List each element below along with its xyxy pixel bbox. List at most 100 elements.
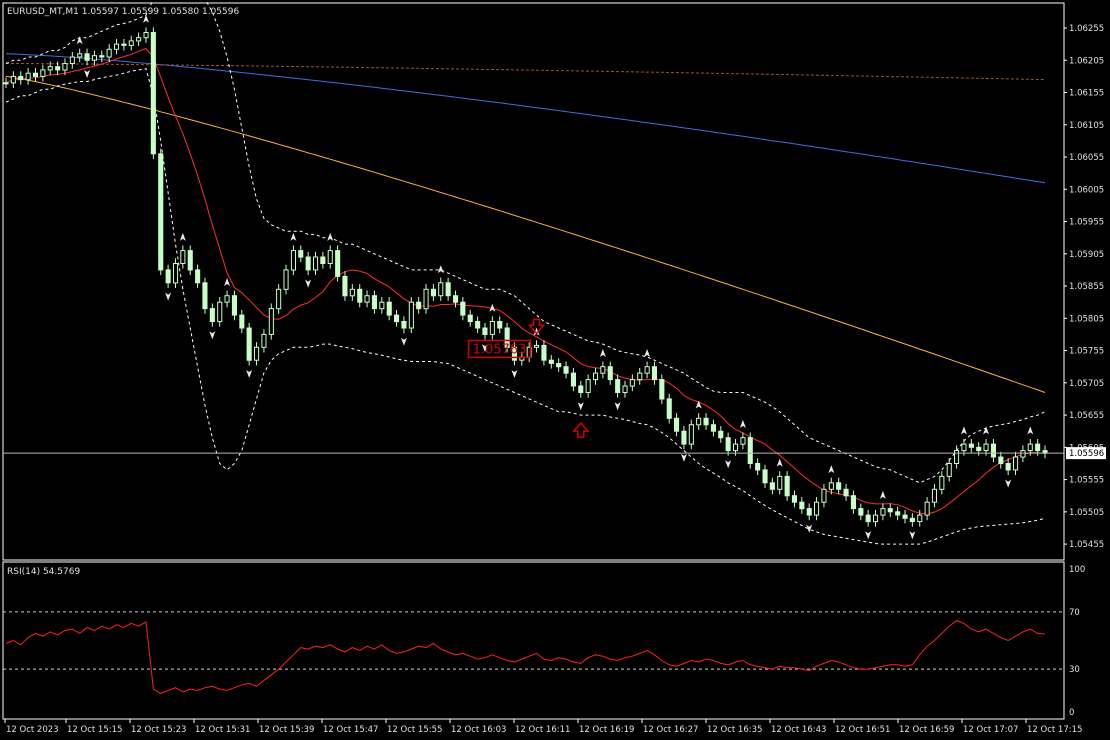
signal-price-label: 1.05763 xyxy=(473,342,527,357)
candle-body xyxy=(887,508,893,513)
candle-body xyxy=(556,363,562,368)
candle-body xyxy=(828,482,834,490)
price-tick-label: 1.05655 xyxy=(1069,411,1104,421)
candle-body xyxy=(858,508,864,516)
candle-body xyxy=(585,379,591,394)
candle-body xyxy=(902,514,908,519)
candle-body xyxy=(990,443,997,458)
candle-body xyxy=(475,321,481,329)
candle-body xyxy=(497,321,503,329)
candle-body xyxy=(880,508,886,516)
price-tick-label: 1.06005 xyxy=(1069,185,1104,195)
candle-body xyxy=(371,295,377,310)
candle-body xyxy=(563,366,569,374)
candle-body xyxy=(954,450,960,465)
candle-body xyxy=(777,475,783,490)
candle-body xyxy=(143,32,149,39)
candle-body xyxy=(836,482,842,490)
candle-body xyxy=(482,327,488,335)
price-tick-label: 1.05455 xyxy=(1069,540,1104,550)
candle-body xyxy=(681,430,687,445)
time-tick-label: 12 Oct 16:43 xyxy=(771,725,826,735)
price-tick-label: 1.06255 xyxy=(1069,24,1104,34)
candle-body xyxy=(710,424,717,432)
candle-body xyxy=(644,366,650,374)
price-tick-label: 1.05755 xyxy=(1069,347,1104,357)
candle-body xyxy=(173,263,179,284)
price-tick-label: 1.05555 xyxy=(1069,476,1104,486)
candle-body xyxy=(231,295,237,316)
time-tick-label: 12 Oct 16:35 xyxy=(707,725,762,735)
candle-body xyxy=(629,379,635,387)
candle-body xyxy=(379,301,385,310)
time-tick-label: 12 Oct 15:55 xyxy=(387,725,442,735)
candle-body xyxy=(968,443,974,448)
candle-body xyxy=(445,282,451,297)
candle-body xyxy=(1027,443,1033,452)
time-tick-label: 12 Oct 15:47 xyxy=(323,725,378,735)
candle-body xyxy=(909,517,915,522)
candle-body xyxy=(703,417,709,426)
candle-body xyxy=(534,344,540,348)
candle-body xyxy=(895,511,901,516)
candle-body xyxy=(327,250,333,265)
candle-body xyxy=(136,37,142,42)
candle-body xyxy=(40,69,46,77)
candle-body xyxy=(69,56,75,64)
time-tick-label: 12 Oct 17:07 xyxy=(963,725,1018,735)
candle-body xyxy=(659,379,665,400)
candle-body xyxy=(453,295,459,303)
candle-body xyxy=(740,437,746,445)
price-tick-label: 1.05805 xyxy=(1069,314,1104,324)
candle-body xyxy=(460,301,466,316)
candle-body xyxy=(814,501,820,516)
candle-body xyxy=(600,366,606,374)
candle-body xyxy=(55,66,61,71)
rsi-header: RSI(14) 54.5769 xyxy=(7,567,80,577)
candle-body xyxy=(217,301,223,323)
candle-body xyxy=(364,295,370,303)
candle-body xyxy=(357,288,363,303)
time-tick-label: 12 Oct 15:23 xyxy=(131,725,186,735)
candle-body xyxy=(32,72,39,77)
rsi-tick-label: 70 xyxy=(1069,608,1080,618)
candle-body xyxy=(165,269,171,284)
price-tick-label: 1.05705 xyxy=(1069,379,1104,389)
candle-body xyxy=(931,488,938,503)
price-tick-label: 1.05855 xyxy=(1069,282,1104,292)
candle-body xyxy=(1035,443,1041,452)
candle-body xyxy=(791,495,798,503)
candle-body xyxy=(91,55,98,61)
trading-chart[interactable]: 1.05763 1.06255 1.06205 1.06155 1.06105 1.06… xyxy=(0,0,1110,740)
candle-body xyxy=(917,514,923,523)
candle-body xyxy=(1020,450,1026,458)
candle-body xyxy=(416,301,422,310)
candle-body xyxy=(290,250,296,271)
candle-body xyxy=(114,43,120,50)
candle-body xyxy=(570,372,577,387)
candle-body xyxy=(298,250,304,258)
candle-body xyxy=(696,417,702,426)
candle-body xyxy=(1005,463,1011,471)
candle-body xyxy=(121,43,127,46)
candle-body xyxy=(725,437,731,452)
candle-body xyxy=(180,250,186,265)
candle-body xyxy=(467,314,473,323)
candle-body xyxy=(305,256,311,271)
candle-body xyxy=(548,359,554,364)
chart-background xyxy=(0,0,1110,740)
candle-body xyxy=(84,53,90,61)
candle-body xyxy=(47,66,53,71)
time-tick-label: 12 Oct 16:03 xyxy=(451,725,506,735)
candle-body xyxy=(386,301,392,316)
price-tick-label: 1.06155 xyxy=(1069,89,1104,99)
time-tick-label: 12 Oct 17:15 xyxy=(1027,725,1082,735)
candle-body xyxy=(401,321,407,329)
candle-body xyxy=(423,288,429,310)
candle-body xyxy=(224,295,230,303)
candle-body xyxy=(489,321,495,335)
candle-body xyxy=(335,250,341,277)
candle-body xyxy=(615,379,621,394)
candle-body xyxy=(261,333,267,348)
candle-body xyxy=(246,327,252,361)
